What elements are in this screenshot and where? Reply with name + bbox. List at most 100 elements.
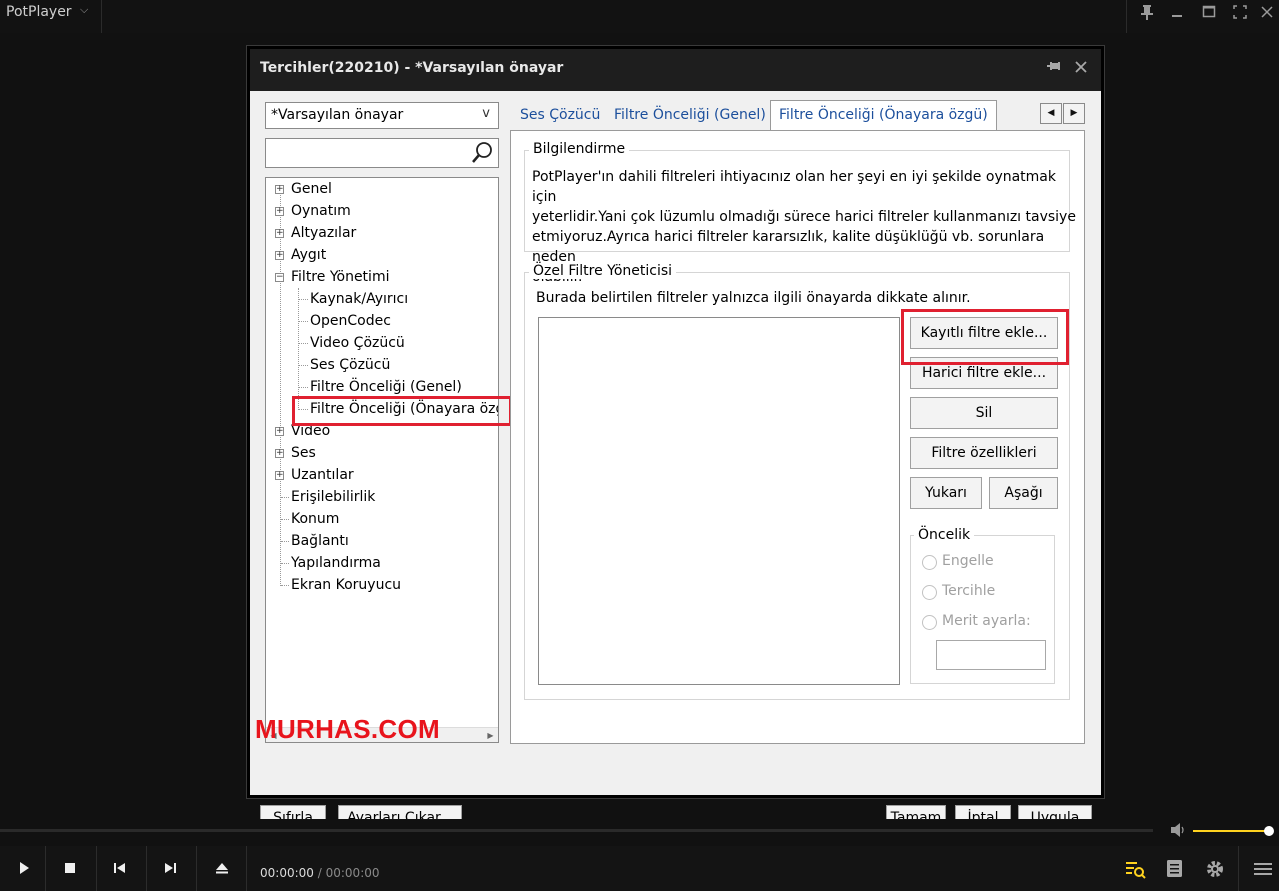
- pin-icon[interactable]: [1044, 59, 1064, 79]
- time-separator: /: [317, 866, 322, 880]
- pin-icon[interactable]: [1136, 4, 1158, 22]
- search-icon[interactable]: [470, 141, 494, 165]
- tree-item-kaynak-ayirici[interactable]: Kaynak/Ayırıcı: [310, 289, 408, 309]
- control-bar: 00:00:00 / 00:00:00: [0, 846, 1279, 891]
- tree-guide: [281, 519, 289, 520]
- tree-guide: [299, 409, 308, 410]
- preferences-dialog: Tercihler(220210) - *Varsayılan önayar *…: [247, 46, 1104, 831]
- tree-guide: [299, 299, 308, 300]
- expand-icon[interactable]: +: [275, 427, 284, 436]
- tree-item-ekran-koruyucu[interactable]: Ekran Koruyucu: [291, 575, 401, 595]
- custom-filter-group-title: Özel Filtre Yöneticisi: [529, 263, 677, 279]
- volume-icon[interactable]: [1170, 823, 1188, 839]
- play-icon[interactable]: [0, 846, 48, 891]
- filter-list[interactable]: [538, 317, 900, 685]
- time-display: 00:00:00 / 00:00:00: [260, 866, 380, 880]
- divider: [1126, 0, 1127, 33]
- close-icon[interactable]: [1070, 57, 1092, 79]
- expand-icon[interactable]: +: [275, 449, 284, 458]
- preset-select[interactable]: *Varsayılan önayar v: [265, 102, 499, 129]
- tree-guide: [298, 288, 299, 410]
- radio-prefer[interactable]: [922, 585, 937, 600]
- time-total: 00:00:00: [325, 866, 380, 880]
- seek-bar[interactable]: [0, 829, 1153, 832]
- previous-icon[interactable]: [96, 846, 144, 891]
- tab-panel: Bilgilendirme PotPlayer'ın dahili filtre…: [510, 130, 1085, 744]
- expand-icon[interactable]: +: [275, 185, 284, 194]
- tree-guide: [299, 343, 308, 344]
- settings-tree[interactable]: + Genel + Oynatım + Altyazılar + Aygıt −…: [265, 177, 499, 743]
- stop-icon[interactable]: [46, 846, 94, 891]
- eject-icon[interactable]: [198, 846, 246, 891]
- tree-guide: [281, 585, 289, 586]
- expand-icon[interactable]: +: [275, 471, 284, 480]
- merit-field[interactable]: [936, 640, 1046, 670]
- radio-merit[interactable]: [922, 615, 937, 630]
- search-input[interactable]: [265, 138, 499, 168]
- tree-item-opencodec[interactable]: OpenCodec: [310, 311, 391, 331]
- divider: [1238, 846, 1239, 891]
- collapse-icon[interactable]: −: [275, 273, 284, 282]
- radio-prefer-label: Tercihle: [942, 583, 996, 599]
- expand-icon[interactable]: +: [275, 207, 284, 216]
- expand-icon[interactable]: +: [275, 251, 284, 260]
- tree-item-video-cozucu[interactable]: Video Çözücü: [310, 333, 405, 353]
- tab-filtre-onceligi-onayar[interactable]: Filtre Önceliği (Önayara özgü): [770, 100, 997, 130]
- divider: [246, 846, 247, 891]
- radio-block-label: Engelle: [942, 553, 994, 569]
- tree-item-erisilebilirlik[interactable]: Erişilebilirlik: [291, 487, 375, 507]
- move-up-button[interactable]: Yukarı: [910, 477, 982, 509]
- tree-item-ses-cozucu[interactable]: Ses Çözücü: [310, 355, 390, 375]
- app-titlebar: PotPlayer ⌵: [0, 0, 1279, 33]
- gear-icon[interactable]: [1204, 858, 1226, 880]
- dialog-title: Tercihler(220210) - *Varsayılan önayar: [260, 60, 564, 76]
- minimize-icon[interactable]: [1166, 4, 1188, 22]
- maximize-icon[interactable]: [1198, 4, 1220, 22]
- volume-slider-handle[interactable]: [1264, 826, 1274, 836]
- info-group-title: Bilgilendirme: [529, 141, 630, 157]
- tree-item-yapilandirma[interactable]: Yapılandırma: [291, 553, 381, 573]
- add-external-filter-button[interactable]: Harici filtre ekle...: [910, 357, 1058, 389]
- tree-guide: [280, 186, 281, 586]
- dialog-titlebar[interactable]: Tercihler(220210) - *Varsayılan önayar: [250, 49, 1101, 91]
- radio-block[interactable]: [922, 555, 937, 570]
- tree-item-filtre-onceligi-genel[interactable]: Filtre Önceliği (Genel): [310, 377, 462, 397]
- tree-guide: [299, 321, 308, 322]
- tab-filtre-onceligi-genel[interactable]: Filtre Önceliği (Genel): [606, 101, 774, 130]
- priority-group-title: Öncelik: [914, 527, 975, 543]
- move-down-button[interactable]: Aşağı: [989, 477, 1058, 509]
- tab-scroll-right-icon[interactable]: ▶: [1063, 103, 1085, 124]
- playlist-icon[interactable]: [1164, 858, 1186, 880]
- next-icon[interactable]: [146, 846, 194, 891]
- expand-icon[interactable]: +: [275, 229, 284, 238]
- tab-ses-cozucu[interactable]: Ses Çözücü: [512, 101, 608, 130]
- radio-merit-label: Merit ayarla:: [942, 613, 1031, 629]
- add-registered-filter-button[interactable]: Kayıtlı filtre ekle...: [910, 317, 1058, 349]
- chevron-down-icon[interactable]: ⌵: [80, 3, 88, 17]
- custom-filter-desc: Burada belirtilen filtreler yalnızca ilg…: [536, 290, 971, 306]
- app-title[interactable]: PotPlayer: [6, 4, 72, 20]
- menu-icon[interactable]: [1252, 858, 1274, 880]
- tree-item-filtre-onceligi-onayar[interactable]: Filtre Önceliği (Önayara özgü): [310, 399, 498, 419]
- filter-properties-button[interactable]: Filtre özellikleri: [910, 437, 1058, 469]
- playlist-search-icon[interactable]: [1124, 858, 1146, 880]
- tree-guide: [281, 497, 289, 498]
- tree-guide: [299, 365, 308, 366]
- close-icon[interactable]: [1256, 4, 1278, 22]
- dialog-body: *Varsayılan önayar v + Genel + Oynatım +…: [250, 91, 1101, 831]
- watermark: MURHAS.COM: [255, 714, 440, 744]
- fullscreen-icon[interactable]: [1229, 4, 1251, 22]
- divider: [101, 0, 102, 33]
- chevron-down-icon[interactable]: v: [482, 106, 490, 121]
- preset-value: *Varsayılan önayar: [271, 107, 404, 123]
- time-current: 00:00:00: [260, 866, 314, 880]
- delete-button[interactable]: Sil: [910, 397, 1058, 429]
- tree-item-baglanti[interactable]: Bağlantı: [291, 531, 349, 551]
- tree-item-konum[interactable]: Konum: [291, 509, 339, 529]
- tree-guide: [281, 563, 289, 564]
- tab-scroll-left-icon[interactable]: ◀: [1040, 103, 1062, 124]
- scroll-right-icon[interactable]: ▶: [484, 729, 497, 742]
- volume-slider[interactable]: [1193, 830, 1269, 832]
- tree-guide: [281, 541, 289, 542]
- divider: [196, 846, 197, 891]
